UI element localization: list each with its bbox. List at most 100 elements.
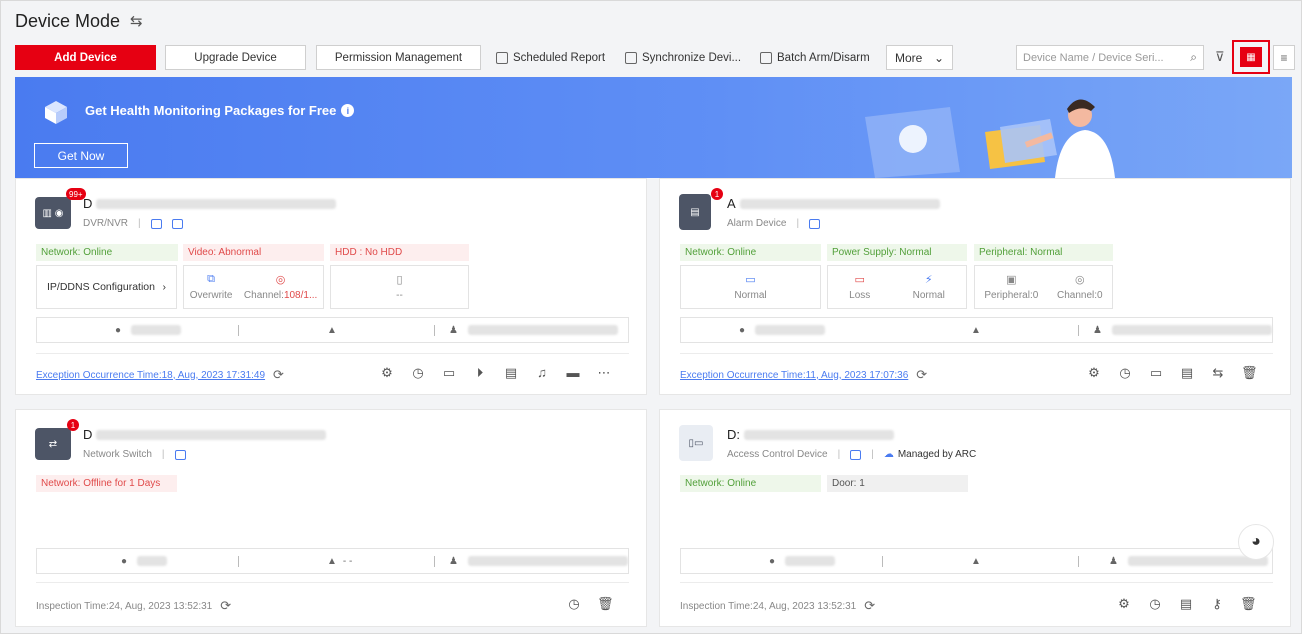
network-status-tag: Network: Online — [680, 475, 821, 492]
device-type-row: Access Control Device | | ☁ Managed by AR… — [727, 449, 976, 460]
power-tile[interactable]: ▭ Loss ⚡ Normal — [827, 265, 967, 309]
redacted-name — [96, 429, 327, 440]
pin-icon[interactable]: ▭ — [1148, 365, 1164, 381]
peripheral-label: Peripheral:0 — [984, 290, 1039, 301]
video-tile[interactable]: ⧉ Overwrite ◎ Channel:108/1... — [183, 265, 324, 309]
page-title: Device Mode — [15, 10, 121, 31]
info-icon[interactable]: i — [341, 104, 355, 117]
settings-icon[interactable]: ⚙ — [379, 365, 395, 381]
exception-time-link[interactable]: Exception Occurrence Time:18, Aug, 2023 … — [36, 370, 265, 381]
network-cell: ▭ Normal — [734, 273, 766, 301]
synchronize-button[interactable]: Synchronize Devi... — [625, 45, 741, 70]
redacted-name — [739, 198, 940, 209]
refresh-icon[interactable]: ⟳ — [273, 367, 284, 383]
redacted-name — [96, 198, 337, 209]
exception-time: Exception Occurrence Time:18, Aug, 2023 … — [36, 367, 284, 383]
log-icon[interactable]: ▤ — [1179, 365, 1195, 381]
key-icon[interactable]: ⚷ — [1209, 596, 1225, 612]
log-icon[interactable]: ▤ — [503, 365, 519, 381]
card-actions: ⚙ ◷ ▭ ⏵ ▤ ♫ ▬ ⋯ — [379, 365, 612, 381]
settings-icon[interactable]: ⚙ — [1116, 596, 1132, 612]
monitor-icon — [171, 218, 183, 229]
owner-field: ♟ — [449, 325, 618, 336]
live-view-icon[interactable]: ▭ — [441, 365, 457, 381]
hdd-tile[interactable]: ▯ -- — [330, 265, 469, 309]
transfer-icon[interactable]: ⇆ — [1210, 365, 1226, 381]
router-icon: ▭ — [745, 274, 756, 286]
health-check-icon[interactable]: ◷ — [1117, 365, 1133, 381]
refresh-icon[interactable]: ⟳ — [864, 598, 875, 614]
exception-time-link[interactable]: Exception Occurrence Time:11, Aug, 2023 … — [680, 370, 908, 381]
ip-ddns-config-link[interactable]: IP/DDNS Configuration › — [36, 265, 177, 309]
device-card-alarm[interactable]: ▤ 1 A Alarm Device | Network: Online Pow… — [659, 178, 1291, 395]
filter-icon[interactable]: ⊽ — [1215, 49, 1225, 65]
log-icon[interactable]: ▤ — [1178, 596, 1194, 612]
settings-icon[interactable]: ⚙ — [1086, 365, 1102, 381]
battery-cell: ▭ Loss — [849, 273, 870, 301]
list-view-button[interactable]: ≡ — [1273, 45, 1295, 70]
banner-illustration — [865, 99, 1115, 178]
customer-service-button[interactable]: ◕ — [1238, 524, 1274, 560]
user-field: ▲ — [971, 325, 981, 336]
device-name: D: — [727, 427, 894, 442]
access-control-icon: ▯▭ — [679, 425, 713, 461]
delete-icon[interactable]: 🗑 — [1241, 365, 1258, 381]
dvr-icon: ▥ ◉ — [35, 197, 71, 229]
keypad-icon: ▣ — [1006, 274, 1017, 286]
person-icon: ♟ — [1109, 555, 1118, 567]
search-icon[interactable]: ⌕ — [1190, 50, 1197, 65]
permission-management-button[interactable]: Permission Management — [316, 45, 481, 70]
chevron-right-icon: › — [162, 281, 167, 293]
user-field: ▲ - - — [327, 556, 352, 567]
device-card-dvr[interactable]: ▥ ◉ 99+ D DVR/NVR | Network: Online Vide… — [15, 178, 647, 395]
health-check-icon[interactable]: ◷ — [410, 365, 426, 381]
device-name-text: A — [727, 196, 736, 211]
channel-label: Channel:0 — [1057, 290, 1103, 301]
hdd-value: -- — [396, 290, 403, 301]
network-tile[interactable]: ▭ Normal — [680, 265, 821, 309]
divider — [1078, 325, 1079, 336]
channel-value: 108/1... — [283, 290, 318, 301]
camera-icon: ◎ — [275, 274, 286, 286]
alarm-count-badge: 1 — [711, 188, 723, 200]
device-type: Alarm Device — [727, 218, 787, 229]
health-check-icon[interactable]: ◷ — [566, 596, 582, 612]
divider — [680, 353, 1273, 354]
divider — [434, 325, 435, 336]
redacted-owner — [467, 556, 628, 566]
user-icon: ▲ — [971, 555, 981, 567]
device-card-access-control[interactable]: ▯▭ D: Access Control Device | | ☁ Managed… — [659, 409, 1291, 627]
delete-icon[interactable]: 🗑 — [1240, 596, 1257, 612]
alarm-device-icon: ▤ — [679, 194, 711, 230]
delete-icon[interactable]: 🗑 — [597, 596, 614, 612]
person-icon: ♟ — [449, 555, 458, 567]
device-info-row: ● ▲ ♟ — [36, 317, 629, 343]
refresh-icon[interactable]: ⟳ — [220, 598, 231, 614]
device-type: Network Switch — [83, 449, 152, 460]
device-card-switch[interactable]: ⇄ 1 D Network Switch | Network: Offline … — [15, 409, 647, 627]
inspection-time-text: Inspection Time:24, Aug, 2023 13:52:31 — [680, 600, 857, 612]
hdd-status-tag: HDD : No HDD — [330, 244, 469, 261]
bell-icon[interactable]: ♫ — [534, 365, 550, 381]
more-dropdown[interactable]: More ⌄ — [886, 45, 953, 70]
batch-arm-button[interactable]: Batch Arm/Disarm — [760, 45, 870, 70]
upgrade-device-button[interactable]: Upgrade Device — [165, 45, 306, 70]
get-now-button[interactable]: Get Now — [34, 143, 128, 168]
redacted-owner — [467, 325, 618, 335]
playback-icon[interactable]: ⏵ — [472, 365, 488, 381]
card-view-button[interactable]: ▦ — [1232, 40, 1270, 74]
device-name-text: D — [83, 196, 93, 211]
redacted-name — [744, 429, 894, 440]
search-input[interactable] — [1023, 51, 1191, 64]
channel-prefix: Channel: — [243, 290, 284, 301]
health-check-icon[interactable]: ◷ — [1147, 596, 1163, 612]
switch-arrows-icon[interactable]: ⇆ — [130, 12, 143, 30]
scheduled-report-button[interactable]: Scheduled Report — [496, 45, 605, 70]
divider — [238, 325, 239, 336]
device-type: Access Control Device — [727, 449, 828, 460]
ddns-icon[interactable]: ▬ — [565, 365, 581, 381]
add-device-button[interactable]: Add Device — [15, 45, 156, 70]
peripheral-tile[interactable]: ▣ Peripheral:0 ◎ Channel:0 — [974, 265, 1113, 309]
refresh-icon[interactable]: ⟳ — [916, 367, 927, 383]
more-icon[interactable]: ⋯ — [596, 365, 612, 381]
